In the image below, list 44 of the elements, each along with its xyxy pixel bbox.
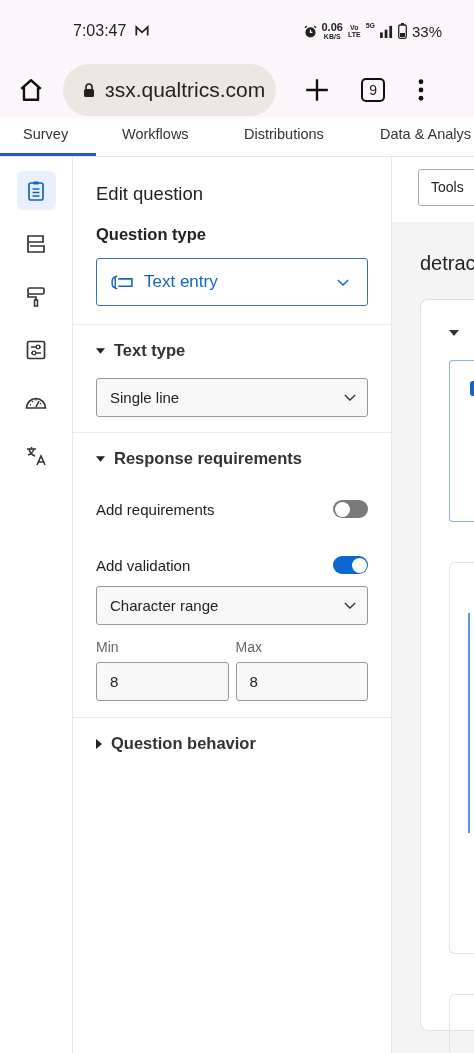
toggle-switch[interactable]	[333, 556, 368, 574]
url-text: ɜsx.qualtrics.com	[105, 78, 266, 102]
nav-tab[interactable]: Workflows	[96, 118, 213, 156]
input-field[interactable]: 8	[235, 662, 368, 701]
caret-down-icon	[96, 455, 105, 462]
caret-down-icon	[449, 330, 459, 336]
chevron-down-icon	[344, 394, 356, 401]
section-header[interactable]: Question behavior	[96, 734, 368, 753]
more-icon[interactable]	[418, 79, 425, 101]
lock-icon	[83, 83, 95, 97]
chevron-down-icon	[337, 278, 349, 286]
home-icon[interactable]	[18, 77, 44, 103]
input-field[interactable]: 8	[96, 662, 229, 701]
toggle-label: Add validation	[96, 556, 191, 574]
chevron-down-icon	[344, 602, 356, 609]
section-header[interactable]: Response requirements	[96, 449, 368, 468]
field-label: Max	[235, 639, 263, 655]
clock-time: 7:03:47	[73, 22, 127, 40]
clipboard-icon[interactable]	[16, 171, 56, 210]
network-speed: 0.06	[321, 22, 343, 33]
tools-button[interactable]: Tools	[418, 169, 474, 206]
question-type-dropdown[interactable]: Text entry	[96, 258, 368, 306]
section-label: Question type	[96, 225, 207, 244]
plus-icon[interactable]	[304, 77, 331, 103]
caret-down-icon	[96, 347, 105, 354]
nav-tab[interactable]: Survey	[0, 118, 96, 156]
signal-icon	[379, 24, 393, 38]
panel-title: Edit question	[96, 183, 204, 205]
text-cursor-icon	[111, 273, 134, 291]
field-label: Min	[96, 639, 120, 655]
caret-right-icon	[96, 738, 102, 749]
tab-count-button[interactable]: 9	[361, 78, 386, 102]
mail-icon	[135, 25, 150, 37]
section-header[interactable]: Text type	[96, 341, 368, 360]
address-bar[interactable]: ɜsx.qualtrics.com	[63, 64, 277, 116]
text-type-dropdown[interactable]: Single line	[96, 378, 368, 417]
battery-level: 33%	[411, 22, 442, 40]
toggle-label: Add requirements	[96, 500, 215, 518]
nav-tab[interactable]: Distributions	[213, 118, 378, 156]
alarm-icon	[303, 24, 317, 38]
nav-tab[interactable]: Data & Analys	[378, 118, 472, 156]
battery-icon	[397, 23, 407, 39]
toggle-switch[interactable]	[333, 500, 368, 518]
validation-dropdown[interactable]: Character range	[96, 586, 368, 625]
